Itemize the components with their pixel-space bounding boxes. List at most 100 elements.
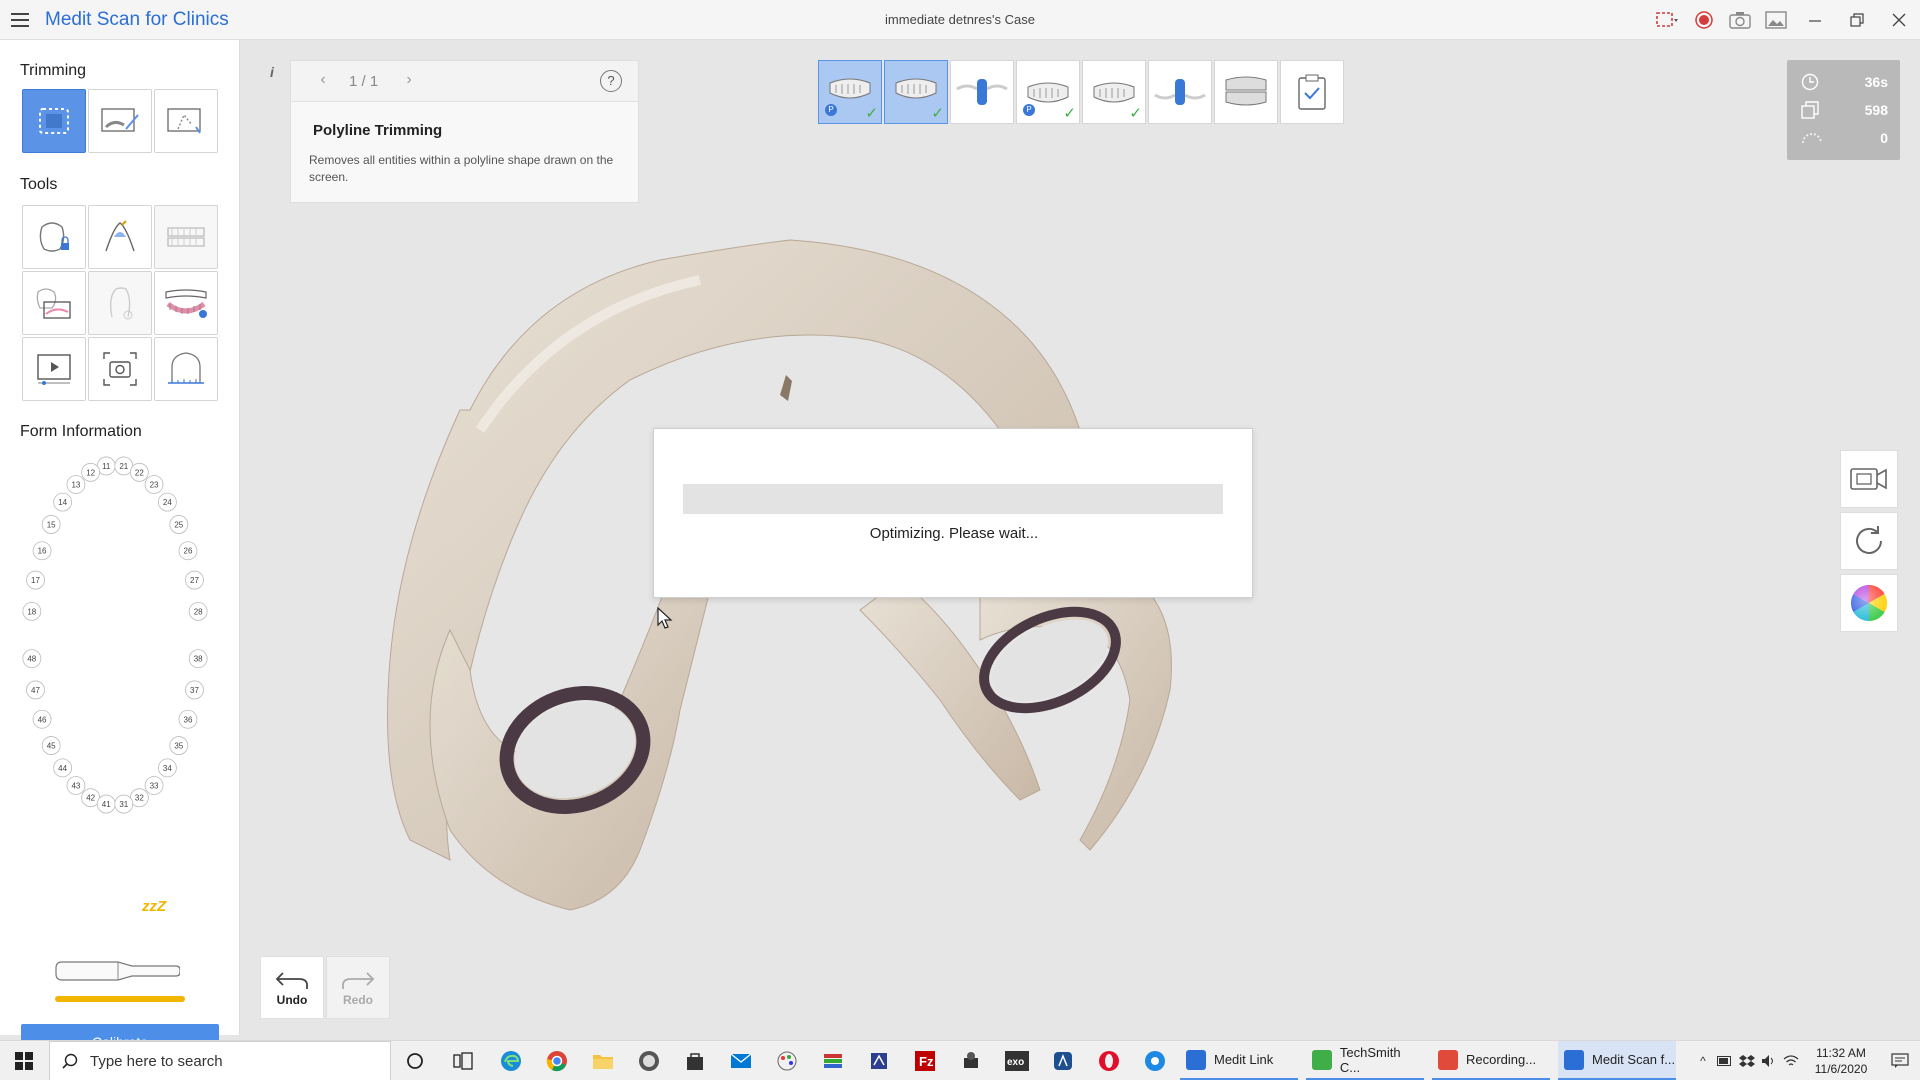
- app-icon-3[interactable]: [948, 1041, 994, 1080]
- file-explorer-icon[interactable]: [580, 1041, 626, 1080]
- taskbar-search-input[interactable]: [90, 1052, 370, 1070]
- tooth-44[interactable]: 44: [53, 758, 73, 778]
- stage-maxilla-scan[interactable]: P ✓: [818, 60, 882, 124]
- cortana-icon[interactable]: [392, 1041, 438, 1080]
- scanner-camera-button[interactable]: [1840, 450, 1898, 508]
- restore-icon[interactable]: [1836, 0, 1878, 40]
- camera-icon[interactable]: [1722, 0, 1758, 40]
- tooth-24[interactable]: 24: [157, 492, 177, 512]
- tooth-36[interactable]: 36: [178, 709, 198, 729]
- redo-button[interactable]: Redo: [326, 956, 390, 1019]
- stage-maxilla-trim[interactable]: ✓: [884, 60, 948, 124]
- edge-browser-icon[interactable]: [488, 1041, 534, 1080]
- tooth-27[interactable]: 27: [185, 570, 204, 590]
- tooth-34[interactable]: 34: [157, 758, 177, 778]
- stage-review[interactable]: [1280, 60, 1344, 124]
- exocad-icon[interactable]: exo: [994, 1041, 1040, 1080]
- capture-tool-button[interactable]: [88, 337, 152, 401]
- tooth-38[interactable]: 38: [188, 649, 208, 669]
- polyline-trimming-button[interactable]: [22, 89, 86, 153]
- wifi-icon[interactable]: [1780, 1041, 1802, 1080]
- tooth-number: 45: [47, 742, 56, 751]
- next-page-icon[interactable]: ›: [399, 71, 419, 89]
- tooth-48[interactable]: 48: [22, 649, 42, 669]
- chrome-browser-icon[interactable]: [534, 1041, 580, 1080]
- taskbar-window-techsmith[interactable]: TechSmith C...: [1306, 1041, 1424, 1080]
- screen-record-region-icon[interactable]: [1650, 0, 1686, 40]
- measure-tool-button[interactable]: [154, 337, 218, 401]
- tooth-28[interactable]: 28: [188, 601, 208, 621]
- taskbar-window-medit-link[interactable]: Medit Link: [1180, 1041, 1298, 1080]
- undo-button[interactable]: Undo: [260, 956, 324, 1019]
- taskbar-window-medit-scan[interactable]: Medit Scan f...: [1558, 1041, 1676, 1080]
- books-app-icon[interactable]: [810, 1041, 856, 1080]
- tooth-46[interactable]: 46: [32, 709, 52, 729]
- app-icon-1[interactable]: [626, 1041, 672, 1080]
- notification-icon[interactable]: [1880, 1041, 1920, 1080]
- tooth-33[interactable]: 33: [144, 776, 164, 795]
- tooth-17[interactable]: 17: [26, 570, 45, 590]
- stage-mandible-trim[interactable]: ✓: [1082, 60, 1146, 124]
- close-icon[interactable]: [1878, 0, 1920, 40]
- tooth-14[interactable]: 14: [53, 492, 73, 512]
- paint-icon[interactable]: [764, 1041, 810, 1080]
- tooth-18[interactable]: 18: [22, 601, 42, 621]
- tooth-37[interactable]: 37: [185, 680, 204, 700]
- abutment-tool-button[interactable]: [88, 271, 152, 335]
- stage-mandible-scan[interactable]: P ✓: [1016, 60, 1080, 124]
- margin-tool-button[interactable]: [88, 205, 152, 269]
- taskbar-clock[interactable]: 11:32 AM 11/6/2020: [1802, 1045, 1880, 1077]
- brush-trimming-button[interactable]: [88, 89, 152, 153]
- previous-page-icon[interactable]: ‹: [313, 71, 333, 89]
- app-icon-2[interactable]: [856, 1041, 902, 1080]
- windows-start-icon[interactable]: [0, 1041, 48, 1080]
- gallery-icon[interactable]: [1758, 0, 1794, 40]
- tooth-15[interactable]: 15: [41, 515, 61, 534]
- stage-scanbody-lower[interactable]: [1148, 60, 1212, 124]
- filezilla-icon[interactable]: Fz: [902, 1041, 948, 1080]
- minimize-icon[interactable]: [1794, 0, 1836, 40]
- hamburger-menu-icon[interactable]: [8, 8, 32, 32]
- arch-tool-button[interactable]: [154, 271, 218, 335]
- task-view-icon[interactable]: [440, 1041, 486, 1080]
- lasso-trimming-button[interactable]: [154, 89, 218, 153]
- tooth-26[interactable]: 26: [178, 541, 198, 561]
- bite-align-tool-button[interactable]: [154, 205, 218, 269]
- tooth-41[interactable]: 41: [96, 794, 116, 814]
- mouse-cursor-icon: [657, 607, 673, 629]
- tooth-25[interactable]: 25: [169, 515, 189, 534]
- tooth-13[interactable]: 13: [66, 475, 86, 494]
- app-icon-4[interactable]: [1040, 1041, 1086, 1080]
- battery-tray-icon[interactable]: [1714, 1041, 1736, 1080]
- recording-icon: [1438, 1049, 1458, 1070]
- taskbar-search-box[interactable]: [49, 1041, 391, 1080]
- color-toggle-button[interactable]: [1840, 574, 1898, 632]
- app-icon-5[interactable]: [1132, 1041, 1178, 1080]
- tooth-31[interactable]: 31: [114, 794, 134, 814]
- lock-tooth-tool-button[interactable]: [22, 205, 86, 269]
- tooth-23[interactable]: 23: [144, 475, 164, 494]
- gingiva-tool-button[interactable]: [22, 271, 86, 335]
- record-icon[interactable]: [1686, 0, 1722, 40]
- opera-icon[interactable]: [1086, 1041, 1132, 1080]
- mail-icon[interactable]: [718, 1041, 764, 1080]
- info-icon[interactable]: i: [262, 62, 282, 82]
- volume-icon[interactable]: [1758, 1041, 1780, 1080]
- dropbox-icon[interactable]: [1736, 1041, 1758, 1080]
- tooth-chart[interactable]: 11 12 13 14 15 16 17 18 21 22 23 24 25 26 27 28 48 47 46 45…: [20, 455, 220, 815]
- reset-view-button[interactable]: [1840, 512, 1898, 570]
- store-icon[interactable]: [672, 1041, 718, 1080]
- tooth-43[interactable]: 43: [66, 776, 86, 795]
- tooth-45[interactable]: 45: [41, 736, 61, 755]
- stage-scanbody-upper[interactable]: [950, 60, 1014, 124]
- tooth-12[interactable]: 12: [81, 462, 101, 482]
- taskbar-window-recording[interactable]: Recording...: [1432, 1041, 1550, 1080]
- tooth-16[interactable]: 16: [32, 541, 52, 561]
- tooth-22[interactable]: 22: [129, 462, 149, 482]
- stage-occlusion[interactable]: [1214, 60, 1278, 124]
- help-icon[interactable]: ?: [600, 70, 622, 92]
- tooth-47[interactable]: 47: [26, 680, 45, 700]
- chevron-up-icon[interactable]: ^: [1692, 1041, 1714, 1080]
- video-playback-tool-button[interactable]: [22, 337, 86, 401]
- tooth-35[interactable]: 35: [169, 736, 189, 755]
